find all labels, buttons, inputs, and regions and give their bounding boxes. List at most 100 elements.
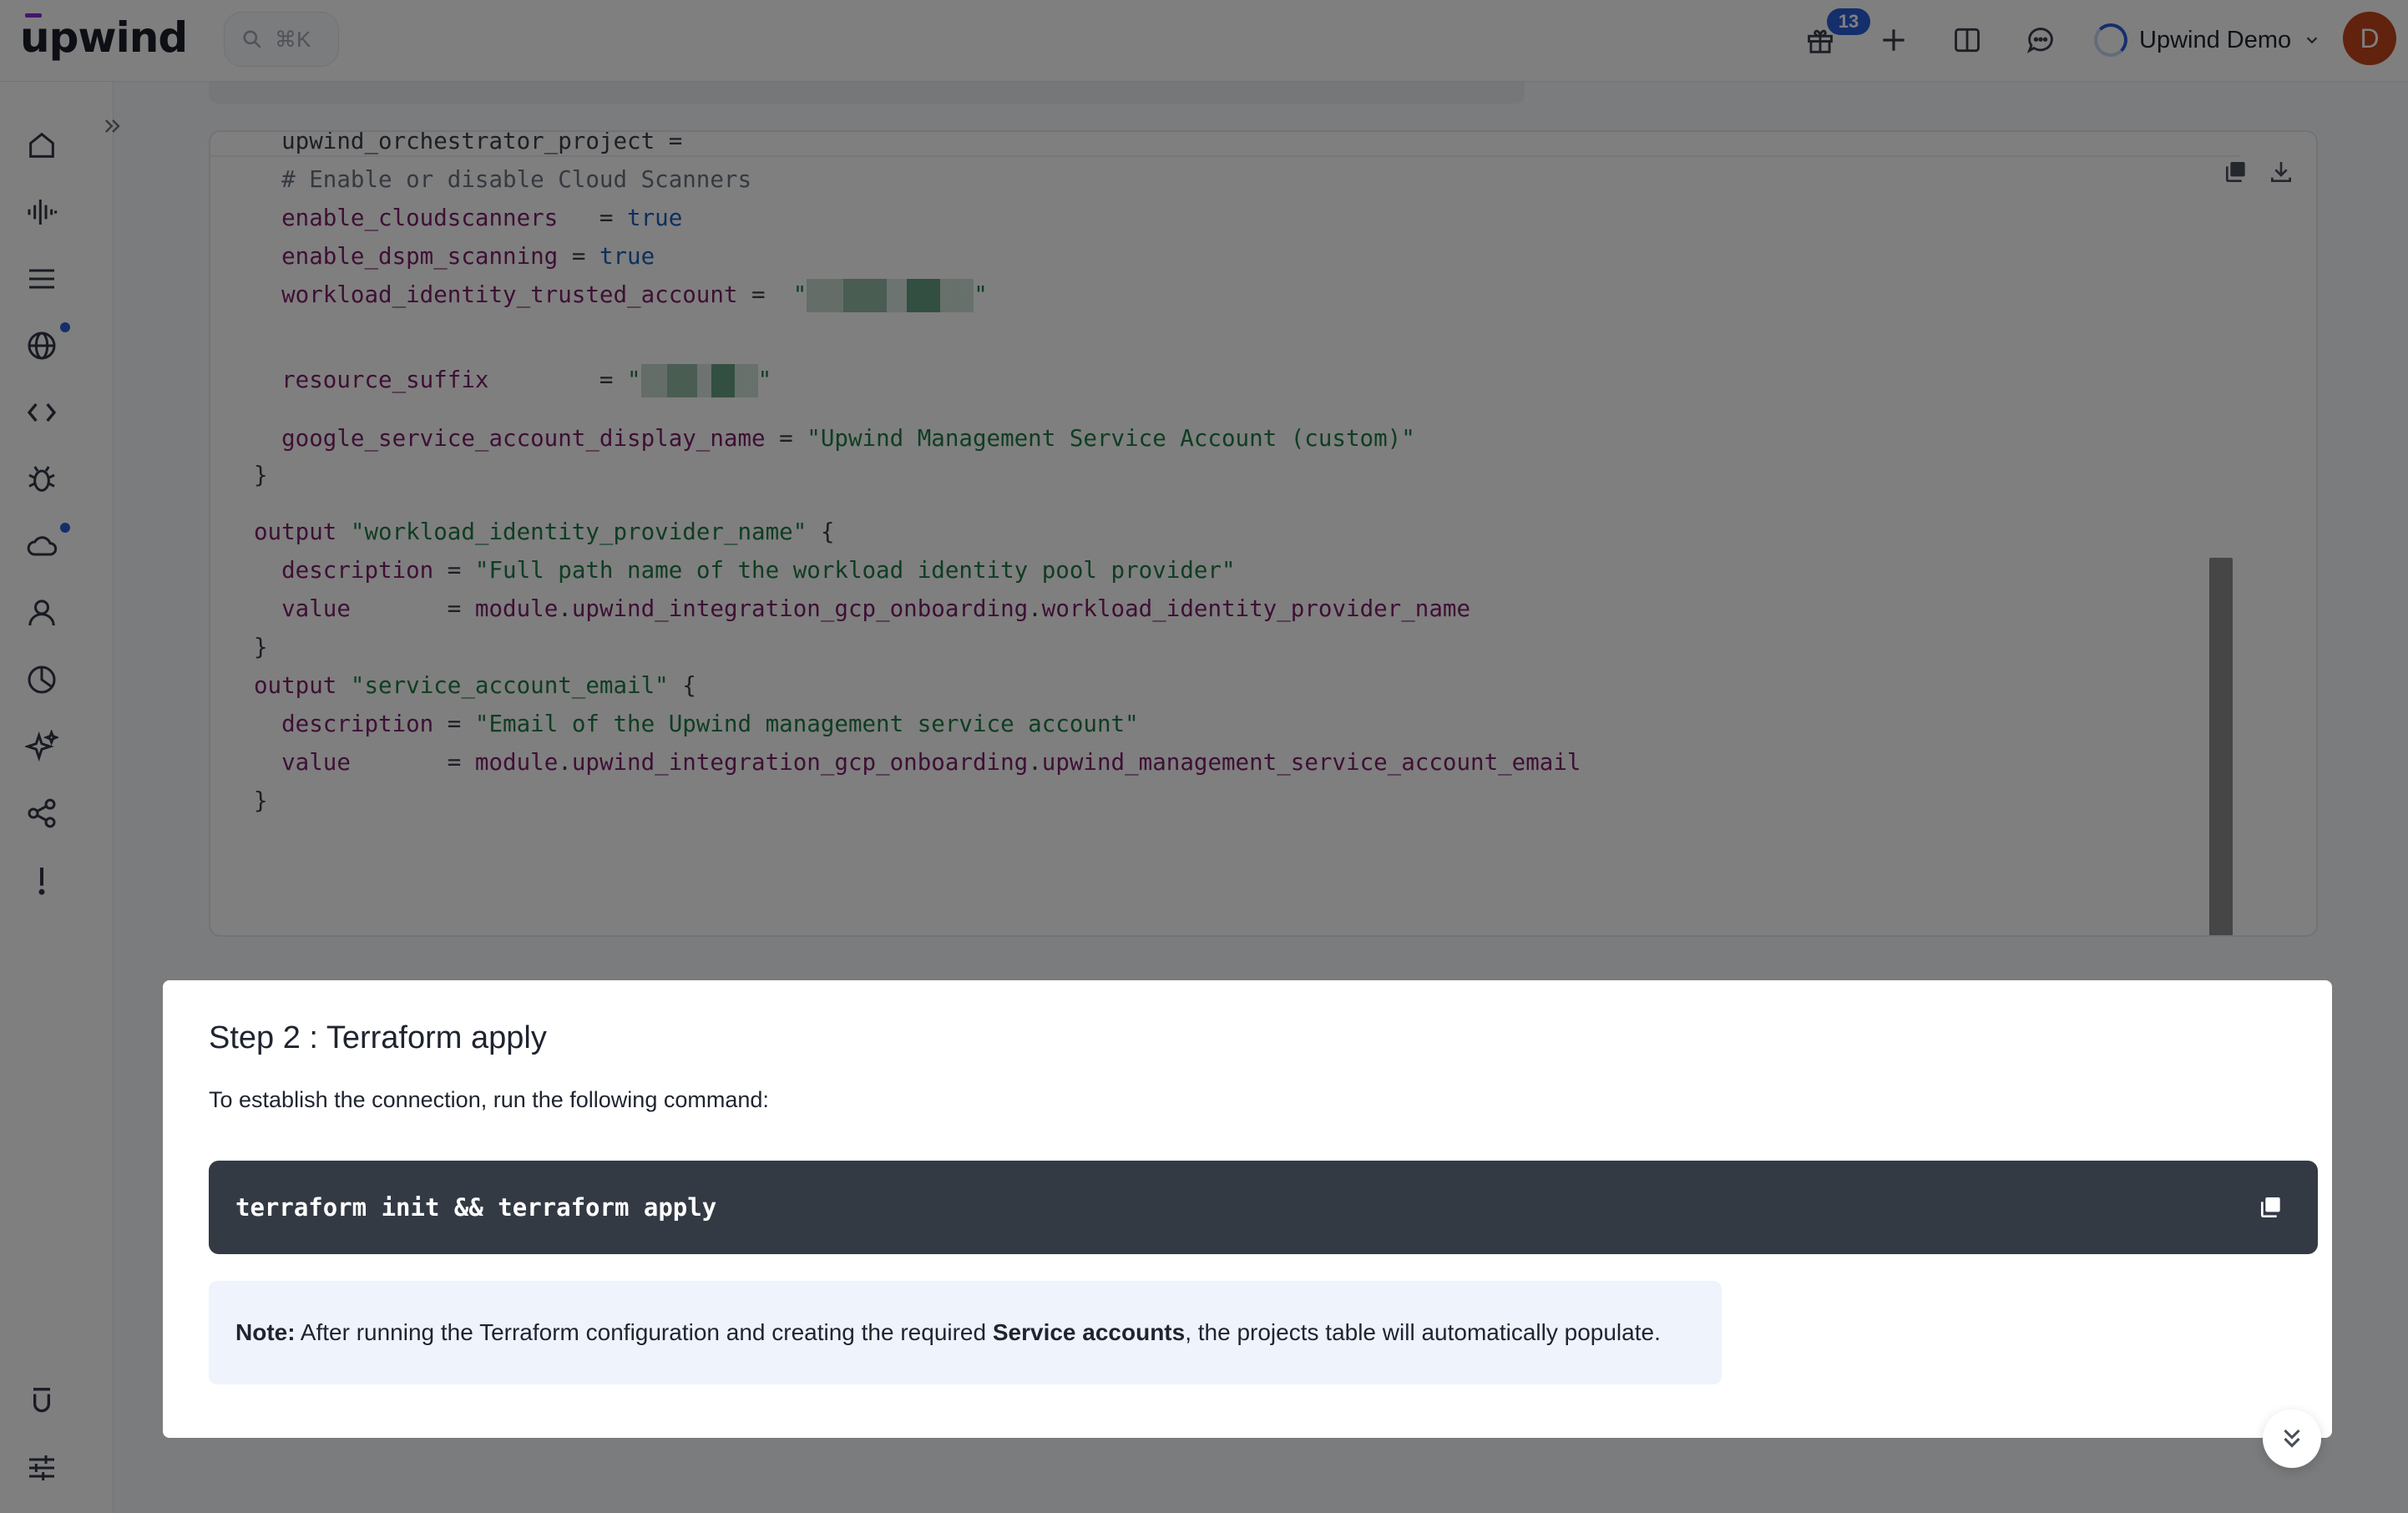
user-icon <box>28 600 55 626</box>
code-token: module <box>474 749 559 776</box>
copy-command-icon[interactable] <box>2258 1194 2284 1221</box>
code-token: description <box>254 711 448 737</box>
plus-icon[interactable] <box>1874 20 1914 60</box>
code-line: google_service_account_display_name = "U… <box>254 421 1415 456</box>
sidebar-item-code[interactable] <box>22 392 62 433</box>
code-token: workload_identity_trusted_account <box>254 281 752 308</box>
code-token: upwind_orchestrator_project = <box>254 130 696 154</box>
code-line: } <box>254 783 268 818</box>
code-token: " <box>627 367 641 393</box>
sidebar-item-identities[interactable] <box>22 593 62 633</box>
sidebar-item-alerts[interactable] <box>22 860 62 900</box>
sidebar-item-vulnerabilities[interactable] <box>22 459 62 499</box>
code-token: = <box>599 205 628 231</box>
book-icon[interactable] <box>1947 20 1987 60</box>
search-button[interactable]: ⌘K <box>224 12 339 67</box>
bug-icon <box>28 466 55 492</box>
code-token: workload_identity_provider_name <box>1041 595 1471 622</box>
sidebar-item-inventory[interactable] <box>22 259 62 299</box>
code-line: } <box>254 458 268 493</box>
waveform-icon <box>28 200 58 225</box>
sidebar-item-settings[interactable] <box>22 1448 62 1488</box>
code-token: value <box>254 749 448 776</box>
note-text-bold: Service accounts <box>992 1319 1186 1345</box>
terraform-apply-step: Step 2 : Terraform apply To establish th… <box>163 980 2332 1438</box>
code-token: output <box>254 672 351 699</box>
upwind-u-icon <box>33 1388 50 1413</box>
download-icon[interactable] <box>2268 159 2294 185</box>
code-token: value <box>254 595 448 622</box>
code-line: enable_dspm_scanning = true <box>254 239 655 274</box>
code-token: . <box>558 749 572 776</box>
sidebar-item-activity[interactable] <box>22 192 62 232</box>
code-token: } <box>254 462 268 488</box>
search-shortcut: ⌘K <box>275 26 311 52</box>
scroll-down-button[interactable] <box>2263 1409 2321 1468</box>
redacted-value <box>807 279 974 312</box>
code-toolbar <box>2223 159 2294 185</box>
code-token: } <box>254 634 268 660</box>
top-bar: upwind ⌘K 13 Upwind Demo D <box>0 0 2408 82</box>
chat-icon[interactable] <box>2021 20 2061 60</box>
code-token: " <box>974 281 988 308</box>
code-line: # Enable or disable Cloud Scanners <box>254 162 751 197</box>
sidebar-item-cloud[interactable] <box>22 526 62 566</box>
code-line: value = module.upwind_integration_gcp_on… <box>254 745 1581 780</box>
sidebar <box>0 82 120 1513</box>
code-token: resource_suffix <box>254 367 599 393</box>
code-token: description <box>254 557 448 584</box>
code-token: " <box>757 367 772 393</box>
upwind-logo[interactable]: upwind <box>20 8 188 67</box>
sidebar-item-home[interactable] <box>22 125 62 165</box>
sidebar-item-integrations[interactable] <box>22 793 62 833</box>
previous-section-strip <box>209 82 1525 104</box>
copy-icon[interactable] <box>2223 159 2249 185</box>
terraform-code-panel[interactable]: upwind_orchestrator_project = # Enable o… <box>209 130 2318 937</box>
sparkles-icon <box>25 730 58 762</box>
code-token: = <box>447 595 475 622</box>
code-line: description = "Full path name of the wor… <box>254 553 1236 588</box>
sidebar-item-reports[interactable] <box>22 660 62 700</box>
exclamation-icon <box>38 868 45 895</box>
code-token: # Enable or disable Cloud Scanners <box>254 166 752 193</box>
sliders-icon <box>29 1455 54 1480</box>
avatar[interactable]: D <box>2343 12 2396 65</box>
code-token: "service_account_email" <box>350 672 669 699</box>
code-token: = <box>447 711 475 737</box>
code-token: " <box>792 281 807 308</box>
command-text[interactable]: terraform init && terraform apply <box>235 1193 716 1222</box>
org-status-spinner <box>2094 23 2127 57</box>
code-token: "Email of the Upwind management service … <box>474 711 1139 737</box>
code-token: true <box>599 243 655 270</box>
code-line: value = module.upwind_integration_gcp_on… <box>254 591 1470 626</box>
code-line: resource_suffix = " " <box>254 362 771 397</box>
pie-chart-icon <box>28 665 56 694</box>
chevron-down-icon <box>2306 37 2318 44</box>
home-icon <box>29 132 54 158</box>
code-token: upwind_integration_gcp_onboarding <box>571 595 1029 622</box>
notifications-badge: 13 <box>1827 8 1870 35</box>
redacted-value <box>640 364 758 397</box>
code-line: description = "Email of the Upwind manag… <box>254 706 1139 741</box>
code-token: = <box>571 243 599 270</box>
code-token: module <box>474 595 559 622</box>
note-label: Note: <box>235 1319 296 1345</box>
code-token: { <box>668 672 696 699</box>
sidebar-item-network[interactable] <box>22 326 62 366</box>
org-switcher[interactable]: Upwind Demo <box>2094 18 2321 62</box>
code-token: "Full path name of the workload identity… <box>474 557 1236 584</box>
code-token: = <box>447 557 475 584</box>
note-text-before: After running the Terraform configuratio… <box>295 1319 993 1345</box>
code-token: true <box>627 205 683 231</box>
code-token: "Upwind Management Service Account (cust… <box>807 425 1415 452</box>
code-line: upwind_orchestrator_project = <box>254 130 696 159</box>
sidebar-item-upwind[interactable] <box>22 1381 62 1421</box>
code-line: workload_identity_trusted_account = " " <box>254 277 988 312</box>
search-icon <box>243 30 261 48</box>
code-token: . <box>1028 595 1042 622</box>
sidebar-item-ai[interactable] <box>22 726 62 767</box>
list-icon <box>29 269 54 289</box>
code-token: . <box>558 595 572 622</box>
globe-icon <box>28 331 56 360</box>
code-scrollbar[interactable] <box>2209 558 2233 935</box>
